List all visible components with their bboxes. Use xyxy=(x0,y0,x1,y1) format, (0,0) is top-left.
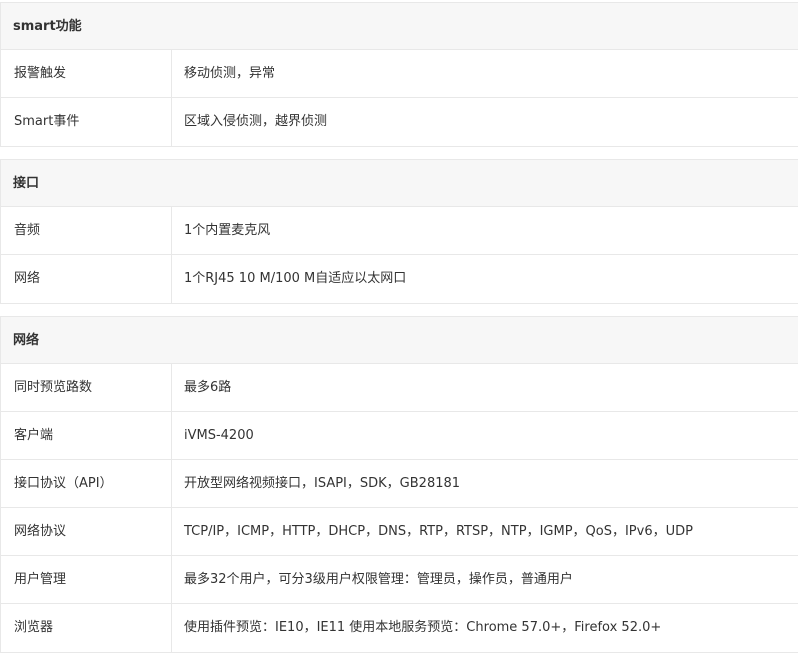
table-row: Smart事件 区域入侵侦测，越界侦测 xyxy=(1,98,798,146)
row-value: 使用插件预览：IE10，IE11 使用本地服务预览：Chrome 57.0+，F… xyxy=(184,620,662,635)
table-row: 浏览器 使用插件预览：IE10，IE11 使用本地服务预览：Chrome 57.… xyxy=(1,604,798,652)
row-value: iVMS-4200 xyxy=(184,428,254,443)
table-row: 音频 1个内置麦克风 xyxy=(1,207,798,255)
section-title: 网络 xyxy=(1,317,798,364)
section-smart: smart功能 报警触发 移动侦测，异常 Smart事件 区域入侵侦测，越界侦测 xyxy=(0,2,798,147)
row-value: 1个RJ45 10 M/100 M自适应以太网口 xyxy=(184,271,407,286)
spec-page: smart功能 报警触发 移动侦测，异常 Smart事件 区域入侵侦测，越界侦测… xyxy=(0,0,798,653)
row-label: 网络 xyxy=(1,255,172,303)
row-label: 客户端 xyxy=(1,412,172,459)
section-title: 接口 xyxy=(1,160,798,207)
row-value: 最多6路 xyxy=(184,380,232,395)
row-label: Smart事件 xyxy=(1,98,172,146)
row-label: 用户管理 xyxy=(1,556,172,603)
section-interface: 接口 音频 1个内置麦克风 网络 1个RJ45 10 M/100 M自适应以太网… xyxy=(0,159,798,304)
section-title: smart功能 xyxy=(1,3,798,50)
row-label: 接口协议（API） xyxy=(1,460,172,507)
table-row: 同时预览路数 最多6路 xyxy=(1,364,798,412)
row-value: 1个内置麦克风 xyxy=(184,223,271,238)
row-label: 同时预览路数 xyxy=(1,364,172,411)
row-value: TCP/IP，ICMP，HTTP，DHCP，DNS，RTP，RTSP，NTP，I… xyxy=(184,524,693,539)
row-label: 报警触发 xyxy=(1,50,172,97)
row-label: 音频 xyxy=(1,207,172,254)
row-value: 最多32个用户，可分3级用户权限管理：管理员，操作员，普通用户 xyxy=(184,572,573,587)
table-row: 客户端 iVMS-4200 xyxy=(1,412,798,460)
table-row: 网络 1个RJ45 10 M/100 M自适应以太网口 xyxy=(1,255,798,303)
row-value: 区域入侵侦测，越界侦测 xyxy=(184,114,328,129)
row-label: 浏览器 xyxy=(1,604,172,652)
row-label: 网络协议 xyxy=(1,508,172,555)
table-row: 用户管理 最多32个用户，可分3级用户权限管理：管理员，操作员，普通用户 xyxy=(1,556,798,604)
table-row: 接口协议（API） 开放型网络视频接口，ISAPI，SDK，GB28181 xyxy=(1,460,798,508)
row-value: 开放型网络视频接口，ISAPI，SDK，GB28181 xyxy=(184,476,461,491)
row-value: 移动侦测，异常 xyxy=(184,66,276,81)
table-row: 网络协议 TCP/IP，ICMP，HTTP，DHCP，DNS，RTP，RTSP，… xyxy=(1,508,798,556)
section-network: 网络 同时预览路数 最多6路 客户端 iVMS-4200 接口协议（API） 开… xyxy=(0,316,798,653)
table-row: 报警触发 移动侦测，异常 xyxy=(1,50,798,98)
